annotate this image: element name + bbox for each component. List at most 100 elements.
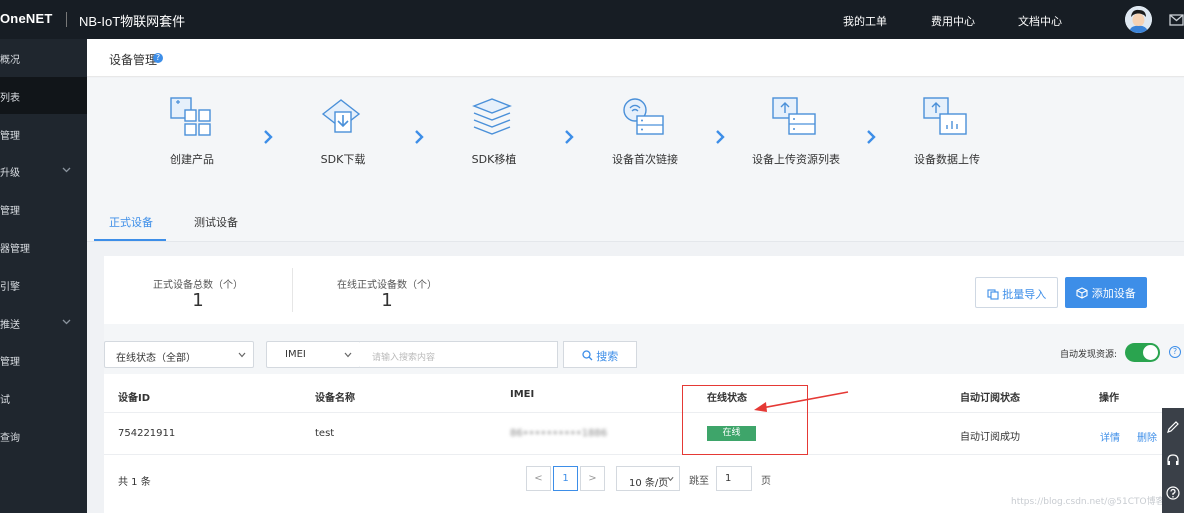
product-title: NB-IoT物联网套件 [79, 14, 186, 29]
device-summary: 正式设备总数（个） 1 在线正式设备数（个） 1 批量导入 添加设备 [104, 256, 1184, 324]
sidebar-item-management[interactable]: 管理 [0, 115, 87, 152]
online-status-select[interactable]: 在线状态（全部） [104, 341, 254, 368]
onenet-logo[interactable]: OneNET [0, 11, 52, 26]
active-tab-indicator [94, 239, 166, 241]
watermark: https://blog.csdn.net/@51CTO博客 [1011, 497, 1165, 507]
next-page-button[interactable]: > [580, 466, 605, 491]
avatar[interactable] [1125, 6, 1152, 33]
sidebar-item-label: 查询 [0, 433, 20, 444]
sidebar-item-server-management[interactable]: 器管理 [0, 228, 87, 265]
page-title: 设备管理 [109, 53, 158, 67]
tab-formal-devices[interactable]: 正式设备 [109, 214, 153, 230]
chevron-down-icon [238, 352, 246, 358]
chevron-down-icon [62, 167, 71, 173]
add-device-label: 添加设备 [1091, 287, 1136, 300]
search-button-label: 搜索 [596, 350, 619, 363]
floating-toolbar [1162, 408, 1184, 513]
sidebar-item-push[interactable]: 推送 [0, 304, 87, 341]
help-icon[interactable]: ? [153, 53, 163, 63]
step-sdk-download[interactable]: SDK下载 [321, 151, 366, 167]
sidebar: 概况 列表 管理 升级 管理 器管理 引擎 推送 管理 试 查询 [0, 39, 87, 513]
search-field-select[interactable]: IMEI [266, 341, 361, 368]
download-icon [321, 99, 361, 133]
upload-list-icon [772, 97, 816, 135]
sidebar-item-query[interactable]: 查询 [0, 417, 87, 454]
sidebar-item-engine[interactable]: 引擎 [0, 266, 87, 303]
col-subscribe-status: 自动订阅状态 [960, 393, 1020, 404]
sidebar-item-label: 器管理 [0, 244, 30, 255]
page-1-button[interactable]: 1 [553, 466, 578, 491]
chevron-down-icon [62, 319, 71, 325]
status-badge: 在线 [707, 426, 756, 441]
sidebar-item-upgrade[interactable]: 升级 [0, 152, 87, 189]
tab-test-devices[interactable]: 测试设备 [194, 214, 238, 230]
user-avatar-icon [1125, 6, 1152, 33]
sidebar-item-management-3[interactable]: 管理 [0, 341, 87, 378]
auto-discover-label: 自动发现资源: [1060, 350, 1118, 360]
chevron-right-icon [716, 130, 725, 144]
add-device-button[interactable]: 添加设备 [1065, 277, 1147, 308]
bulk-import-button[interactable]: 批量导入 [975, 277, 1058, 308]
step-data-upload[interactable]: 设备数据上传 [914, 151, 980, 167]
goto-page-input[interactable]: 1 [716, 466, 752, 491]
headset-icon[interactable] [1166, 453, 1180, 467]
delete-link[interactable]: 删除 [1137, 429, 1157, 444]
col-device-id: 设备ID [118, 393, 151, 404]
nav-docs[interactable]: 文档中心 [1018, 13, 1062, 29]
nav-my-tickets[interactable]: 我的工单 [843, 13, 887, 29]
chevron-down-icon [667, 476, 674, 482]
imei-cell: 86••••••••••1886 [510, 428, 608, 439]
prev-page-button[interactable]: < [526, 466, 551, 491]
sidebar-item-label: 管理 [0, 357, 20, 368]
page-header: 设备管理 ? [87, 39, 1184, 77]
table-header: 设备ID 设备名称 IMEI 在线状态 自动订阅状态 操作 [104, 376, 1184, 413]
filter-bar: 在线状态（全部） IMEI 请输入搜索内容 搜索 自动发现资源: ? [104, 324, 1184, 374]
sidebar-item-label: 引擎 [0, 282, 20, 293]
sidebar-item-overview[interactable]: 概况 [0, 39, 87, 76]
subscribe-status-cell: 自动订阅成功 [960, 432, 1020, 443]
sidebar-item-label: 推送 [0, 320, 20, 331]
logo-divider [66, 12, 67, 27]
sidebar-item-test[interactable]: 试 [0, 379, 87, 416]
question-icon[interactable] [1166, 486, 1180, 500]
mail-icon[interactable] [1169, 12, 1184, 26]
col-online-status: 在线状态 [707, 393, 747, 404]
online-devices-value: 1 [381, 290, 393, 311]
page-size-select[interactable]: 10 条/页 [616, 466, 680, 491]
online-devices-label: 在线正式设备数（个） [337, 280, 437, 291]
import-icon [987, 289, 999, 300]
online-status-value: 在线状态（全部） [116, 353, 196, 364]
search-button[interactable]: 搜索 [563, 341, 637, 368]
onboarding-steps: 创建产品 SDK下载 SDK移植 设备首次链接 设备上传资源列表 设备数据上传 [87, 78, 1184, 200]
sidebar-item-label: 升级 [0, 168, 20, 179]
edit-icon[interactable] [1166, 420, 1180, 434]
step-first-link[interactable]: 设备首次链接 [612, 151, 678, 167]
annotation-arrow-icon [754, 391, 849, 412]
sidebar-item-label: 管理 [0, 206, 20, 217]
nav-billing[interactable]: 费用中心 [931, 13, 975, 29]
details-link[interactable]: 详情 [1100, 429, 1120, 444]
step-create-product[interactable]: 创建产品 [170, 151, 214, 167]
sidebar-item-management-2[interactable]: 管理 [0, 190, 87, 227]
device-panel: 正式设备总数（个） 1 在线正式设备数（个） 1 批量导入 添加设备 在线状态（… [104, 256, 1184, 513]
sidebar-item-device-list[interactable]: 列表 [0, 77, 87, 114]
chevron-right-icon [415, 130, 424, 144]
sidebar-item-label: 试 [0, 395, 10, 406]
device-name-cell: test [315, 428, 335, 439]
help-circle-icon[interactable]: ? [1169, 346, 1181, 358]
search-icon [582, 350, 593, 361]
chevron-down-icon [344, 352, 352, 358]
sidebar-item-label: 管理 [0, 131, 20, 142]
chevron-right-icon [264, 130, 273, 144]
table-row: 754221911 test 86••••••••••1886 在线 自动订阅成… [104, 413, 1184, 455]
device-tabs: 正式设备 测试设备 [87, 200, 1184, 242]
top-navbar: OneNET NB-IoT物联网套件 我的工单 费用中心 文档中心 [0, 0, 1184, 39]
step-upload-resource-list[interactable]: 设备上传资源列表 [752, 151, 840, 167]
search-input[interactable]: 请输入搜索内容 [360, 341, 558, 368]
search-placeholder: 请输入搜索内容 [372, 353, 436, 363]
link-device-icon [623, 98, 664, 135]
col-imei: IMEI [510, 389, 535, 400]
step-sdk-port[interactable]: SDK移植 [472, 151, 517, 167]
auto-discover-toggle[interactable] [1125, 343, 1160, 362]
chevron-right-icon [565, 130, 574, 144]
